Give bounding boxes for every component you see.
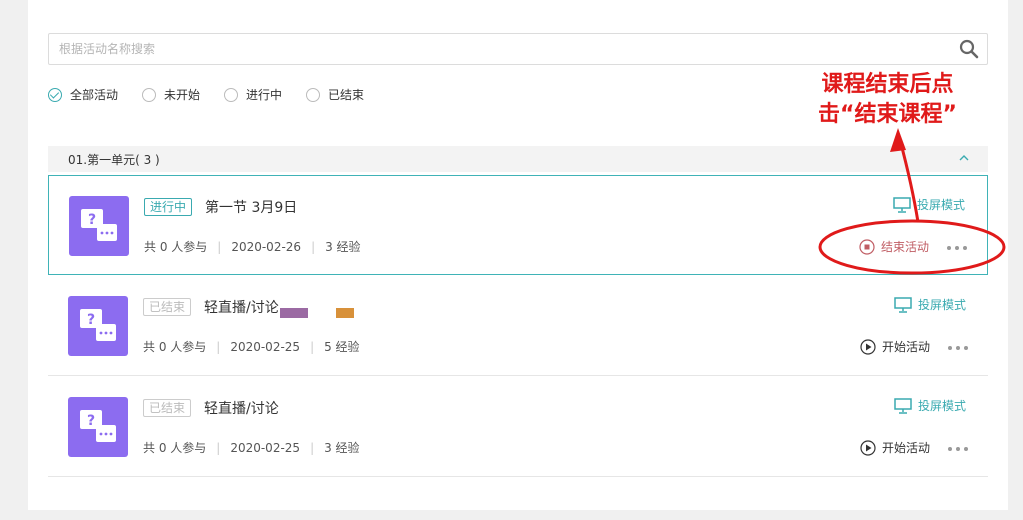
filter-label: 未开始: [164, 88, 201, 102]
activity-title[interactable]: 轻直播/讨论: [204, 297, 279, 317]
more-icon[interactable]: [943, 246, 967, 250]
unit-header[interactable]: 01.第一单元( 3 ): [48, 146, 988, 172]
participants: 共 0 人参与: [143, 340, 207, 354]
divider: |: [310, 440, 315, 455]
experience: 3 经验: [325, 240, 361, 254]
experience: 5 经验: [324, 340, 360, 354]
discussion-icon: ?: [69, 196, 129, 256]
filter-in-progress[interactable]: 进行中: [224, 86, 282, 103]
activity-date: 2020-02-25: [230, 339, 301, 354]
divider: |: [217, 239, 222, 254]
activity-card[interactable]: ? 已结束 轻直播/讨论 共 0 人参与 | 2020-02-25 | 3 经验…: [48, 377, 988, 477]
projector-icon: [893, 196, 911, 213]
stop-icon: [859, 238, 875, 255]
discussion-icon: ?: [68, 296, 128, 356]
activity-card[interactable]: ? 进行中 第一节 3月9日 共 0 人参与 | 2020-02-26 | 3 …: [48, 175, 988, 275]
divider: |: [216, 440, 221, 455]
radio-icon[interactable]: [306, 87, 321, 102]
svg-text:?: ?: [87, 413, 95, 429]
projector-icon: [894, 296, 912, 313]
activity-meta: 共 0 人参与 | 2020-02-25 | 3 经验: [143, 439, 360, 456]
participants: 共 0 人参与: [143, 441, 207, 455]
divider: |: [311, 239, 316, 254]
projection-mode-button[interactable]: 投屏模式: [894, 296, 966, 313]
status-badge: 进行中: [144, 198, 193, 216]
status-badge: 已结束: [143, 399, 192, 417]
search-input[interactable]: [49, 34, 929, 64]
filter-label: 已结束: [328, 88, 365, 102]
play-icon: [860, 439, 876, 456]
play-icon: [860, 338, 876, 355]
annotation-line: 课程结束后点: [821, 72, 954, 97]
radio-icon[interactable]: [142, 87, 157, 102]
radio-icon[interactable]: [224, 87, 239, 102]
participants: 共 0 人参与: [144, 240, 208, 254]
projection-label: 投屏模式: [917, 399, 966, 413]
more-icon[interactable]: [944, 447, 968, 451]
search-box[interactable]: [48, 33, 988, 65]
activity-meta: 共 0 人参与 | 2020-02-25 | 5 经验: [143, 338, 360, 355]
projection-label: 投屏模式: [916, 198, 965, 212]
filter-ended[interactable]: 已结束: [306, 86, 364, 103]
discussion-icon: ?: [68, 397, 128, 457]
filter-label: 全部活动: [70, 88, 119, 102]
start-activity-button[interactable]: 开始活动: [860, 439, 930, 456]
redaction-mark: [336, 308, 354, 318]
more-icon[interactable]: [944, 346, 968, 350]
action-label: 结束活动: [880, 240, 929, 254]
svg-text:?: ?: [87, 312, 95, 328]
projector-icon: [894, 397, 912, 414]
status-badge: 已结束: [143, 298, 192, 316]
activity-title[interactable]: 第一节 3月9日: [205, 197, 297, 217]
filter-label: 进行中: [246, 88, 283, 102]
activity-meta: 共 0 人参与 | 2020-02-26 | 3 经验: [144, 238, 361, 255]
radio-checked-icon[interactable]: [48, 87, 62, 102]
action-label: 开始活动: [881, 340, 930, 354]
activity-date: 2020-02-26: [231, 239, 302, 254]
divider: |: [216, 339, 221, 354]
action-label: 开始活动: [881, 441, 930, 455]
status-filter: 全部活动 未开始 进行中 已结束: [48, 86, 388, 103]
projection-label: 投屏模式: [917, 298, 966, 312]
unit-title: 01.第一单元( 3 ): [68, 152, 160, 167]
activity-title[interactable]: 轻直播/讨论: [204, 398, 279, 418]
annotation-line: 击“结束课程”: [818, 102, 957, 127]
end-activity-button[interactable]: 结束活动: [859, 238, 929, 255]
start-activity-button[interactable]: 开始活动: [860, 338, 930, 355]
chevron-up-icon[interactable]: [958, 152, 970, 164]
experience: 3 经验: [324, 441, 360, 455]
activity-card[interactable]: ? 已结束 轻直播/讨论 共 0 人参与 | 2020-02-25 | 5 经验…: [48, 276, 988, 376]
redaction-mark: [280, 308, 308, 318]
search-icon[interactable]: [959, 39, 979, 59]
activity-date: 2020-02-25: [230, 440, 301, 455]
annotation-text: 课程结束后点 击“结束课程”: [800, 70, 975, 130]
filter-not-started[interactable]: 未开始: [142, 86, 200, 103]
projection-mode-button[interactable]: 投屏模式: [893, 196, 965, 213]
filter-all[interactable]: 全部活动: [48, 86, 118, 103]
svg-text:?: ?: [88, 212, 96, 228]
projection-mode-button[interactable]: 投屏模式: [894, 397, 966, 414]
divider: |: [310, 339, 315, 354]
